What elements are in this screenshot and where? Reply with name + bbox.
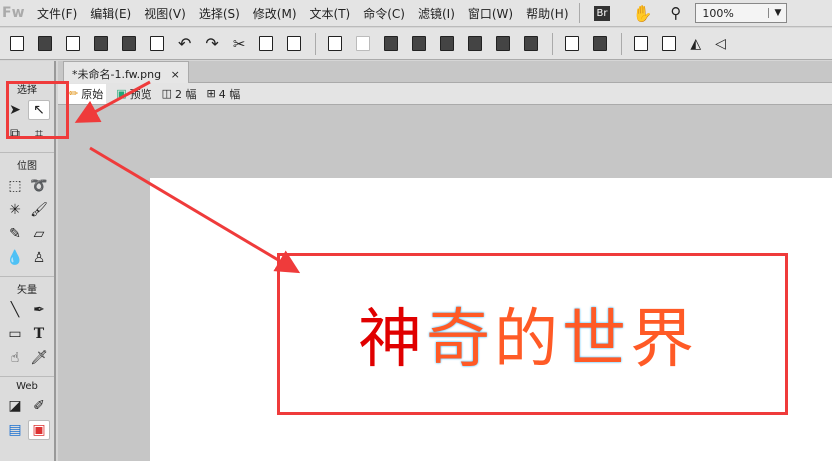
annotation-arrows xyxy=(74,80,301,274)
arrow xyxy=(74,80,151,123)
arrow xyxy=(89,146,301,274)
